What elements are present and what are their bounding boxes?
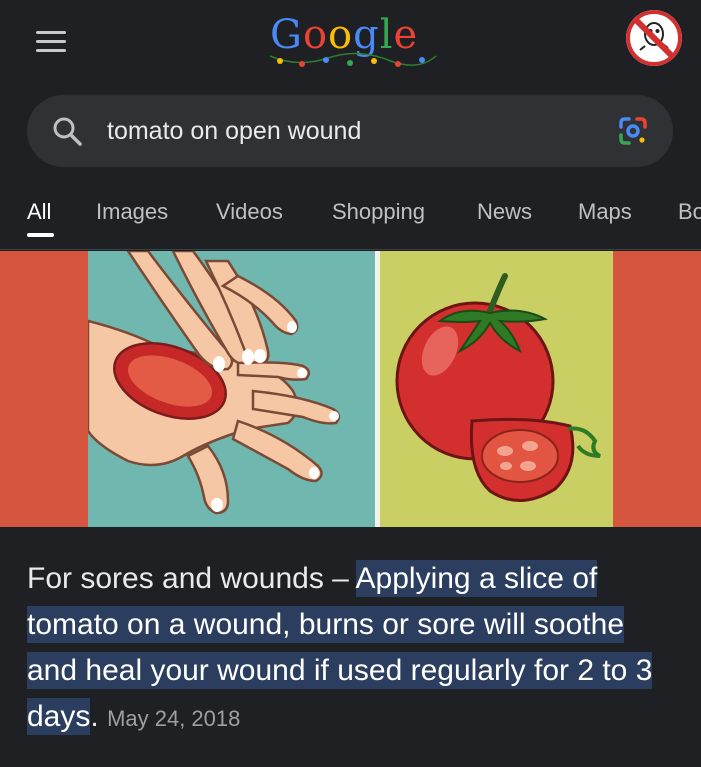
tab-shopping[interactable]: Shopping [332,199,425,225]
holiday-lights-icon [269,52,437,67]
tab-videos[interactable]: Videos [216,199,283,225]
hand-tomato-illustration [88,251,375,527]
result-snippet: For sores and wounds – Applying a slice … [27,556,677,742]
tab-books[interactable]: Bo [678,199,701,225]
tab-images[interactable]: Images [96,199,168,225]
ghostbusters-logo-icon[interactable] [626,10,682,66]
snippet-prefix: For sores and wounds – [27,562,356,595]
tab-maps[interactable]: Maps [578,199,632,225]
search-bar[interactable]: tomato on open wound [27,95,673,167]
google-lens-icon[interactable] [615,113,651,149]
tomato-illustration [380,251,613,527]
result-hero-image[interactable] [0,251,701,527]
search-input[interactable]: tomato on open wound [107,117,361,146]
snippet-suffix: . [90,700,99,733]
result-date: May 24, 2018 [107,706,241,731]
tabs-divider [0,249,701,250]
top-bar: Google [0,0,701,90]
search-icon[interactable] [51,115,83,147]
tab-news[interactable]: News [477,199,532,225]
tab-all[interactable]: All [27,199,51,225]
hamburger-menu-icon[interactable] [36,31,66,53]
search-tabs: All Images Videos Shopping News Maps Bo [0,195,701,245]
active-tab-indicator [27,233,54,237]
